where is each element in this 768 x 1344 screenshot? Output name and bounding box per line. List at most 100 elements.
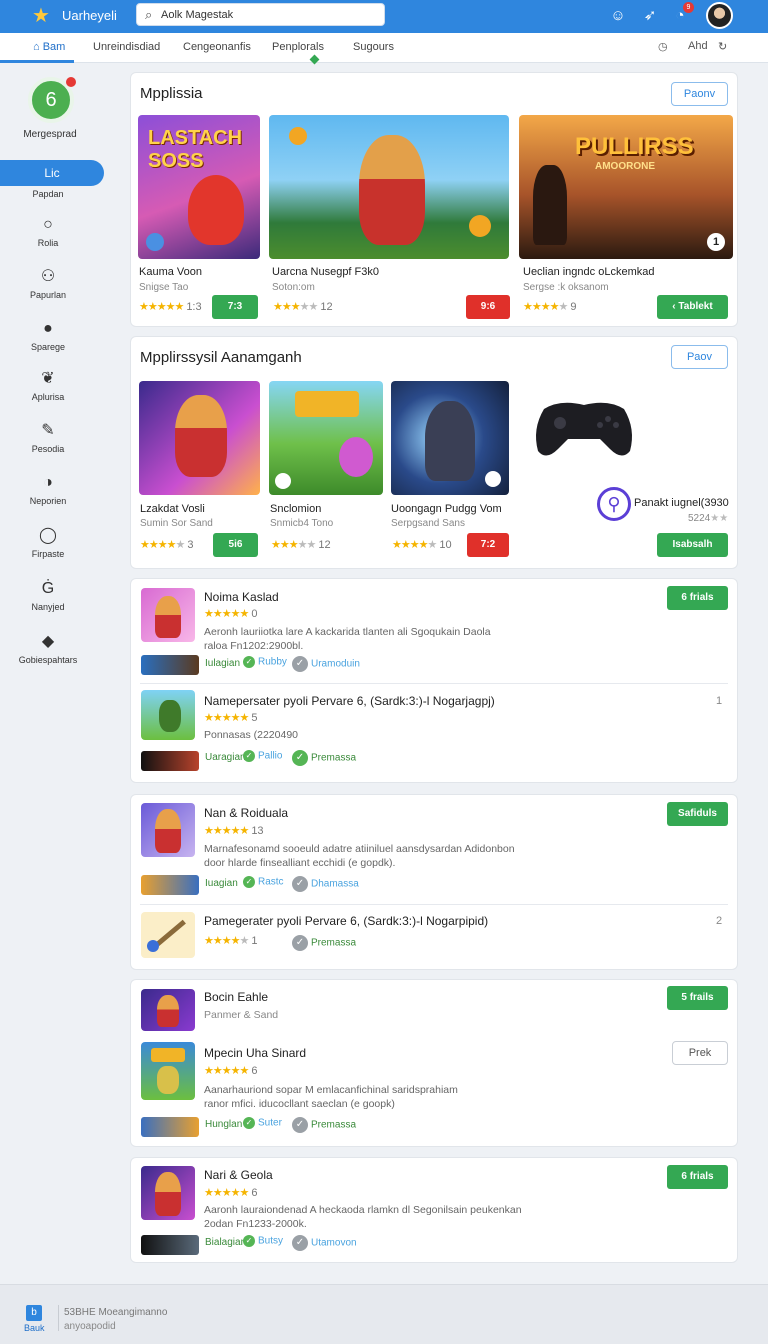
- action-icon: [275, 473, 291, 489]
- edit-icon: ✎: [41, 422, 55, 439]
- sidebar-item-4[interactable]: ❦ Aplurisa: [0, 369, 96, 402]
- sidebar-brand: Mergesprad: [23, 129, 77, 140]
- sidebar-item-8[interactable]: Ġ Nanyjed: [0, 579, 96, 612]
- section2-view-button[interactable]: Paov: [671, 345, 728, 369]
- check-icon: ✓: [292, 1235, 308, 1251]
- list-item-name[interactable]: Bocin Eahle: [204, 990, 268, 1004]
- tag-3: ✓ Utamovon: [292, 1235, 357, 1251]
- promo-search-icon[interactable]: ⚲: [597, 487, 631, 521]
- game-thumb-6[interactable]: [391, 381, 509, 495]
- list-thumb[interactable]: [141, 912, 195, 958]
- tag-thumb: [141, 751, 199, 771]
- search-input[interactable]: [161, 6, 376, 23]
- character-art: [157, 1066, 179, 1094]
- promo-action-button[interactable]: Isabsalh: [657, 533, 728, 557]
- list-item-name[interactable]: Nari & Geola: [204, 1168, 273, 1182]
- footer-divider: [58, 1305, 59, 1331]
- footer-brand[interactable]: Bauk: [24, 1323, 45, 1333]
- list-item-name[interactable]: Nan & Roiduala: [204, 806, 288, 820]
- check-icon: ✓: [292, 1117, 308, 1133]
- list-item-name[interactable]: Noima Kaslad: [204, 590, 279, 604]
- list1-button[interactable]: 6 frials: [667, 586, 728, 610]
- check-icon: ✓: [292, 750, 308, 766]
- game-sub-6: Serpgsand Sans: [391, 518, 465, 529]
- game-name-3[interactable]: Ueclian ingndc oLckemkad: [523, 266, 654, 278]
- emoji-icon[interactable]: ☺: [608, 6, 628, 26]
- game-action-button-6[interactable]: 7:2: [467, 533, 509, 557]
- clock-icon[interactable]: ◷: [658, 40, 668, 53]
- refresh-icon[interactable]: ↻: [718, 40, 727, 53]
- sidebar-item-5[interactable]: ✎ Pesodia: [0, 421, 96, 454]
- list2-button[interactable]: Safiduls: [667, 802, 728, 826]
- rating-stars: ★★★★★ 6: [204, 1187, 258, 1199]
- game-thumb-4[interactable]: [139, 381, 260, 495]
- sidebar-item-7[interactable]: ◯ Firpaste: [0, 526, 96, 559]
- rating-stars: ★★★★★ 9: [523, 301, 577, 313]
- list-thumb[interactable]: [141, 989, 195, 1031]
- list-item-index: 1: [716, 695, 723, 707]
- list4-button[interactable]: 6 frials: [667, 1165, 728, 1189]
- rating-stars: ★★★★★ 10: [392, 539, 452, 551]
- game-name-6[interactable]: Uoongagn Pudgg Vom: [391, 503, 502, 515]
- rating-stars: ★★★★★ 12: [273, 301, 333, 313]
- game-logo-art: [151, 1048, 185, 1062]
- sidebar-item-2[interactable]: ⚇ Papurlan: [0, 267, 96, 300]
- game-action-button-3[interactable]: ‹ Tablekt: [657, 295, 728, 319]
- list-item-name[interactable]: Mpecin Uha Sinard: [204, 1046, 306, 1060]
- list-thumb[interactable]: [141, 803, 195, 857]
- game-thumb-1[interactable]: LASTACH SOSS: [138, 115, 260, 259]
- game-action-button-2[interactable]: 9:6: [466, 295, 510, 319]
- game-name-5[interactable]: Snclomion: [270, 503, 321, 515]
- game-thumb-2[interactable]: [269, 115, 509, 259]
- list-item-name[interactable]: Namepersater pyoli Pervare 6, (Sardk:3:)…: [204, 694, 495, 708]
- game-logo-art: [295, 391, 359, 417]
- character-art: [188, 175, 244, 245]
- list3-button[interactable]: 5 frails: [667, 986, 728, 1010]
- coin-art: [469, 215, 491, 237]
- list-thumb[interactable]: [141, 690, 195, 740]
- sidebar-item-9[interactable]: ◆ Gobiespahtars: [0, 632, 96, 665]
- game-name-1[interactable]: Kauma Voon: [139, 266, 202, 278]
- app-logo-icon[interactable]: ★: [32, 4, 56, 28]
- tag-3: ✓ Uramoduin: [292, 656, 360, 672]
- game-name-2[interactable]: Uarcna Nusegpf F3k0: [272, 266, 379, 278]
- footer-logo-icon[interactable]: b: [26, 1305, 42, 1321]
- character-art: [157, 995, 179, 1027]
- tab-3[interactable]: Cengeonanfis: [183, 41, 251, 53]
- search-box[interactable]: ⌕: [136, 3, 385, 26]
- tag-1: Uaragian: [205, 752, 246, 763]
- list-thumb[interactable]: [141, 1042, 195, 1100]
- nav-right-label[interactable]: Ahd: [688, 40, 708, 52]
- tag-2: ✓ Rubby: [243, 656, 287, 668]
- promo-name[interactable]: Panakt iugnel(3930: [634, 497, 729, 509]
- game-thumb-3[interactable]: PULLIRSS AMOORONE 1: [519, 115, 733, 259]
- tab-4[interactable]: Penplorals: [272, 41, 324, 53]
- avatar[interactable]: [706, 2, 733, 29]
- info-icon: ◑: [43, 474, 53, 491]
- game-thumb-5[interactable]: [269, 381, 383, 495]
- game-action-button-1[interactable]: 7:3: [212, 295, 258, 319]
- tab-home[interactable]: ⌂ Bam: [33, 41, 65, 53]
- section2-title: Mpplirssysil Aanamganh: [140, 349, 302, 366]
- divider: [140, 904, 728, 905]
- list-item-name[interactable]: Pamegerater pyoli Pervare 6, (Sardk:3:)-…: [204, 914, 488, 928]
- tab-2[interactable]: Unreindisdiad: [93, 41, 160, 53]
- list-thumb[interactable]: [141, 1166, 195, 1220]
- sidebar-item-active[interactable]: Lic: [0, 160, 104, 186]
- tab-5[interactable]: Sugours: [353, 41, 394, 53]
- tag-1: Bialagian: [205, 1237, 247, 1248]
- game-name-4[interactable]: Lzakdat Vosli: [140, 503, 205, 515]
- rocket-icon[interactable]: ➶: [640, 6, 660, 26]
- sidebar-item-3[interactable]: ● Sparege: [0, 319, 96, 352]
- tag-3: ✓ Premassa: [292, 750, 356, 766]
- gamepad-icon: [536, 402, 632, 456]
- list3-item-button[interactable]: Prek: [672, 1041, 728, 1065]
- section1-view-button[interactable]: Paonv: [671, 82, 728, 106]
- list-thumb[interactable]: [141, 588, 195, 642]
- user-icon: ●: [43, 320, 53, 337]
- sidebar-item-1[interactable]: ○ Rolia: [0, 215, 96, 248]
- game-action-button-4[interactable]: 5i6: [213, 533, 258, 557]
- sidebar-item-6[interactable]: ◑ Neporien: [0, 473, 96, 506]
- sidebar-active-sublabel: Papdan: [32, 189, 64, 199]
- group-icon: ⚇: [40, 268, 56, 285]
